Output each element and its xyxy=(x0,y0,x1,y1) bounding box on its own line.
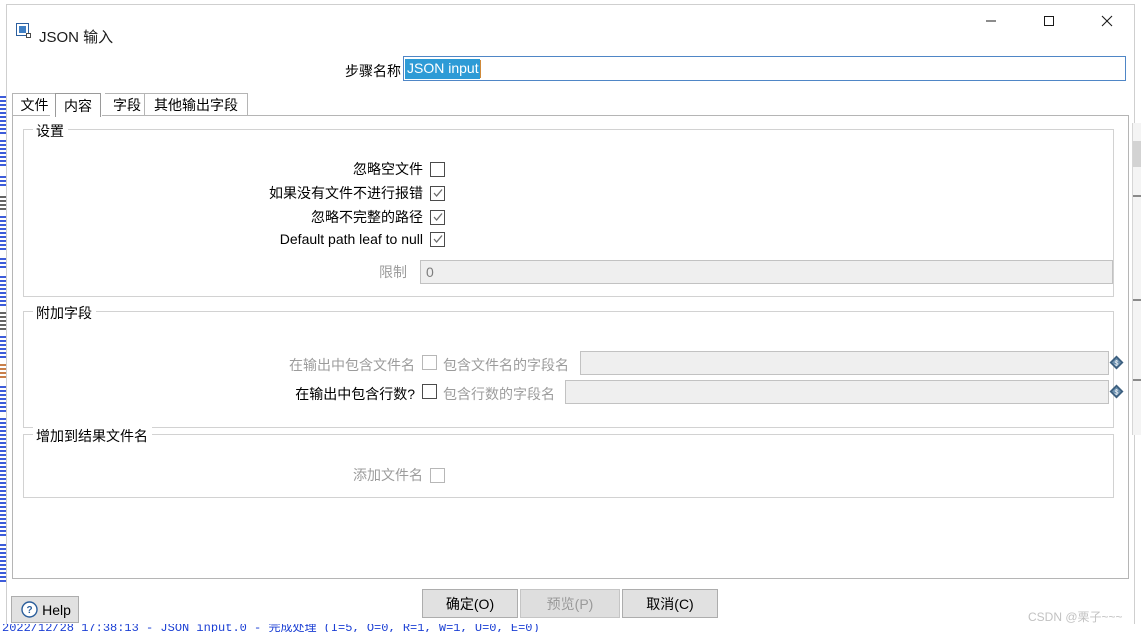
checkmark-icon xyxy=(433,234,443,243)
tab-label: 内容 xyxy=(64,97,92,114)
additional-fields-group: 附加字段 在输出中包含文件名 包含文件名的字段名 $ 在输出中包含行数? 包含行 xyxy=(23,303,1124,428)
background-scrollbar[interactable] xyxy=(1132,123,1141,435)
include-rownum-checkbox[interactable] xyxy=(422,384,437,399)
limit-value: 0 xyxy=(426,264,434,280)
minimize-button[interactable] xyxy=(968,5,1014,37)
default-path-leaf-to-null-checkbox[interactable] xyxy=(430,231,445,247)
ok-button-label: 确定(O) xyxy=(445,595,495,612)
cancel-button-label: 取消(C) xyxy=(646,595,694,612)
tab-label: 文件 xyxy=(20,97,49,113)
svg-text:$: $ xyxy=(1115,361,1119,368)
minimize-icon xyxy=(986,20,996,22)
maximize-button[interactable] xyxy=(1026,5,1072,37)
variable-diamond-icon[interactable]: $ xyxy=(1109,355,1124,370)
tab-additional-output-fields[interactable]: 其他输出字段 xyxy=(144,93,248,116)
step-name-input[interactable]: JSON input xyxy=(403,56,1126,81)
maximize-icon xyxy=(1044,16,1054,26)
rownum-field-input[interactable] xyxy=(565,380,1109,404)
tab-files[interactable]: 文件 xyxy=(12,93,56,116)
no-error-if-no-files-checkbox[interactable] xyxy=(430,185,445,201)
window-title: JSON 输入 xyxy=(39,29,114,46)
step-name-row: 步骤名称 JSON input xyxy=(7,53,1134,87)
limit-input[interactable]: 0 xyxy=(420,260,1113,284)
tab-label: 字段 xyxy=(113,97,141,113)
console-log-line: 2022/12/28 17:38:13 - JSON input.0 - 完成处… xyxy=(2,624,540,632)
json-input-step-icon xyxy=(16,23,31,38)
help-button-label: Help xyxy=(42,601,71,618)
add-filename-label: 添加文件名 xyxy=(353,467,423,483)
console-log-clipped: 2022/12/28 17:38:13 - JSON input.0 - 完成处… xyxy=(0,624,1141,632)
additional-field-row-filename: 在输出中包含文件名 包含文件名的字段名 $ xyxy=(24,351,1124,375)
setting-label: 忽略不完整的路径 xyxy=(311,209,423,225)
ignore-missing-path-checkbox[interactable] xyxy=(430,209,445,225)
setting-row-ignore-empty-file[interactable]: 忽略空文件 xyxy=(24,159,445,179)
tab-content[interactable]: 内容 xyxy=(55,93,101,117)
additional-field-row-rownum: 在输出中包含行数? 包含行数的字段名 $ xyxy=(24,380,1124,404)
content-tab-panel: 设置 忽略空文件 如果没有文件不进行报错 忽略不完整的路径 Default pa… xyxy=(12,116,1129,579)
dialog-button-bar: ? Help 确定(O) 预览(P) 取消(C) xyxy=(7,582,1134,628)
title-bar: JSON 输入 xyxy=(7,5,1134,48)
include-filename-label: 在输出中包含文件名 xyxy=(289,357,415,373)
help-question-icon: ? xyxy=(21,601,38,618)
filename-field-input[interactable] xyxy=(580,351,1109,375)
close-button[interactable] xyxy=(1084,5,1130,37)
watermark: CSDN @栗子~~~ xyxy=(1028,610,1123,624)
step-name-value: JSON input xyxy=(405,58,480,79)
add-filename-checkbox[interactable] xyxy=(430,467,445,483)
limit-label: 限制 xyxy=(379,264,407,280)
settings-group: 设置 忽略空文件 如果没有文件不进行报错 忽略不完整的路径 Default pa… xyxy=(23,121,1114,297)
include-rownum-label: 在输出中包含行数? xyxy=(295,386,415,402)
json-input-dialog: JSON 输入 步骤名称 JSON input 文件 内容 字段 其他输出字段 … xyxy=(6,4,1141,628)
text-caret xyxy=(479,59,481,78)
ignore-empty-file-checkbox[interactable] xyxy=(430,161,445,177)
tab-label: 其他输出字段 xyxy=(154,97,238,113)
setting-row-default-path-leaf-to-null[interactable]: Default path leaf to null xyxy=(24,231,445,247)
rownum-field-label: 包含行数的字段名 xyxy=(443,386,555,402)
setting-row-no-error-if-no-files[interactable]: 如果没有文件不进行报错 xyxy=(24,183,445,203)
result-filename-group: 增加到结果文件名 添加文件名 xyxy=(23,426,1114,498)
cancel-button[interactable]: 取消(C) xyxy=(622,589,718,618)
checkmark-icon xyxy=(433,212,443,221)
checkmark-icon xyxy=(433,188,443,197)
step-name-label: 步骤名称 xyxy=(345,63,401,79)
preview-button-label: 预览(P) xyxy=(546,595,594,612)
setting-label: 如果没有文件不进行报错 xyxy=(269,185,423,201)
include-filename-checkbox[interactable] xyxy=(422,355,437,370)
result-filename-group-legend: 增加到结果文件名 xyxy=(33,426,152,446)
close-icon xyxy=(1101,15,1113,27)
add-filename-row[interactable]: 添加文件名 xyxy=(24,465,445,485)
additional-fields-group-legend: 附加字段 xyxy=(33,303,96,323)
tab-fields[interactable]: 字段 xyxy=(105,93,149,116)
filename-field-label: 包含文件名的字段名 xyxy=(443,357,569,373)
setting-label: Default path leaf to null xyxy=(279,231,423,247)
settings-group-legend: 设置 xyxy=(33,121,68,141)
preview-button[interactable]: 预览(P) xyxy=(520,589,620,618)
ok-button[interactable]: 确定(O) xyxy=(422,589,518,618)
setting-label: 忽略空文件 xyxy=(353,161,423,177)
help-button[interactable]: ? Help xyxy=(11,596,79,623)
tab-bar: 文件 内容 字段 其他输出字段 xyxy=(12,93,1129,117)
svg-text:?: ? xyxy=(27,605,33,616)
setting-row-ignore-missing-path[interactable]: 忽略不完整的路径 xyxy=(24,207,445,227)
variable-diamond-icon[interactable]: $ xyxy=(1109,384,1124,399)
svg-text:$: $ xyxy=(1115,390,1119,397)
